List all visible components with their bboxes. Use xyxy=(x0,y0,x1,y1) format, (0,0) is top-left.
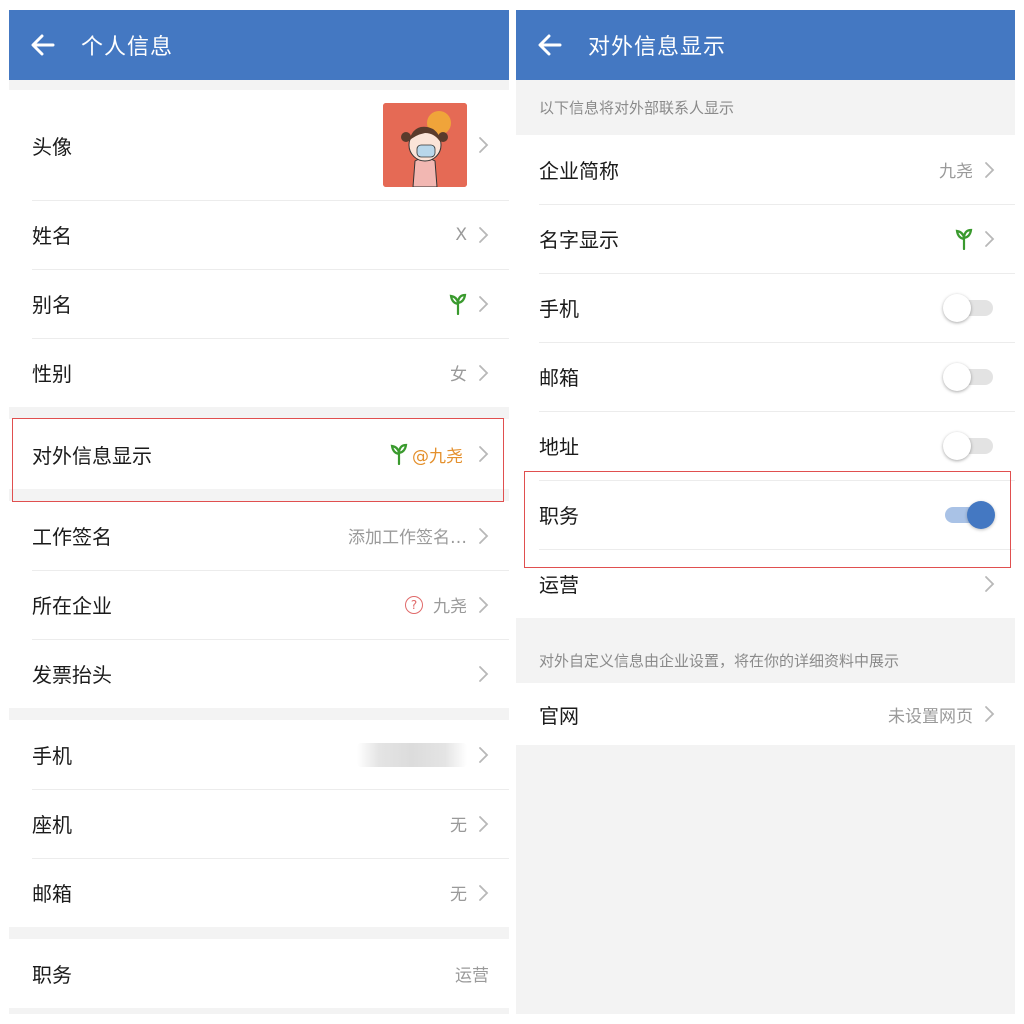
email-toggle-label: 邮箱 xyxy=(539,366,579,390)
avatar xyxy=(383,103,467,187)
chevron-right-icon xyxy=(479,815,489,832)
profile-basic-group: 头像 姓名 X 别名 性别 女 xyxy=(9,90,509,407)
external-info-value: @九尧 xyxy=(412,446,463,467)
name-row[interactable]: 姓名 X xyxy=(9,200,509,269)
company-row[interactable]: 所在企业 ? 九尧 xyxy=(9,570,509,639)
website-row[interactable]: 官网 未设置网页 xyxy=(516,683,1015,745)
operation-row[interactable]: 运营 xyxy=(516,549,1015,618)
chevron-right-icon xyxy=(479,226,489,243)
email-row[interactable]: 邮箱 无 xyxy=(9,858,509,927)
position-toggle-row: 职务 xyxy=(516,480,1015,549)
chevron-right-icon xyxy=(985,230,995,247)
question-circle-icon: ? xyxy=(405,595,423,614)
external-info-screen: 对外信息显示 以下信息将对外部联系人显示 企业简称 九尧 名字显示 手机 邮箱 … xyxy=(516,10,1015,1014)
external-info-group: 对外信息显示 @九尧 xyxy=(9,419,509,489)
landline-value: 无 xyxy=(450,816,467,836)
gender-row[interactable]: 性别 女 xyxy=(9,338,509,407)
phone-toggle-label: 手机 xyxy=(539,297,579,321)
landline-row[interactable]: 座机 无 xyxy=(9,789,509,858)
company-value: 九尧 xyxy=(433,597,467,617)
sprout-icon xyxy=(955,228,973,250)
avatar-label: 头像 xyxy=(32,134,72,159)
app-bar: 个人信息 xyxy=(9,10,509,80)
chevron-right-icon xyxy=(479,884,489,901)
invoice-row[interactable]: 发票抬头 xyxy=(9,639,509,708)
position-toggle[interactable] xyxy=(943,500,995,530)
email-toggle[interactable] xyxy=(943,362,995,392)
name-display-row[interactable]: 名字显示 xyxy=(516,204,1015,273)
email-value: 无 xyxy=(450,885,467,905)
chevron-right-icon xyxy=(479,527,489,544)
signature-label: 工作签名 xyxy=(32,525,112,549)
app-bar: 对外信息显示 xyxy=(516,10,1015,80)
company-label: 所在企业 xyxy=(32,594,112,618)
custom-info-group: 官网 未设置网页 xyxy=(516,683,1015,745)
back-button[interactable] xyxy=(537,32,563,58)
phone-toggle[interactable] xyxy=(943,293,995,323)
company-short-row[interactable]: 企业简称 九尧 xyxy=(516,135,1015,204)
page-title: 对外信息显示 xyxy=(588,35,727,60)
position-value: 运营 xyxy=(455,966,489,986)
phone-label: 手机 xyxy=(32,744,72,768)
address-toggle-row: 地址 xyxy=(516,411,1015,480)
address-toggle[interactable] xyxy=(943,431,995,461)
website-label: 官网 xyxy=(539,703,579,728)
name-value: X xyxy=(455,224,467,245)
work-info-group: 工作签名 添加工作签名… 所在企业 ? 九尧 发票抬头 xyxy=(9,501,509,708)
section-note: 以下信息将对外部联系人显示 xyxy=(539,99,735,117)
page-title: 个人信息 xyxy=(81,35,174,60)
phone-toggle-row: 手机 xyxy=(516,273,1015,342)
website-value: 未设置网页 xyxy=(888,706,973,727)
personal-info-screen: 个人信息 头像 姓名 X 别名 性别 女 对外信息显示 @九尧 工作签名 添加工… xyxy=(9,10,509,1014)
landline-label: 座机 xyxy=(32,813,72,837)
gender-label: 性别 xyxy=(32,362,72,386)
chevron-right-icon xyxy=(479,596,489,613)
name-label: 姓名 xyxy=(32,224,72,248)
phone-value-blurred xyxy=(357,742,467,767)
alias-label: 别名 xyxy=(32,293,72,317)
address-toggle-label: 地址 xyxy=(539,435,579,459)
position-group: 职务 运营 xyxy=(9,939,509,1008)
name-display-label: 名字显示 xyxy=(539,228,619,252)
operation-label: 运营 xyxy=(539,573,579,597)
signature-value: 添加工作签名… xyxy=(348,528,467,548)
chevron-right-icon xyxy=(479,665,489,682)
position-toggle-label: 职务 xyxy=(539,504,579,528)
external-info-label: 对外信息显示 xyxy=(32,443,152,468)
gender-value: 女 xyxy=(450,365,467,385)
chevron-right-icon xyxy=(985,575,995,592)
back-button[interactable] xyxy=(30,32,56,58)
phone-row[interactable]: 手机 xyxy=(9,720,509,789)
external-fields-group: 企业简称 九尧 名字显示 手机 邮箱 地址 职务 运营 xyxy=(516,135,1015,618)
signature-row[interactable]: 工作签名 添加工作签名… xyxy=(9,501,509,570)
chevron-right-icon xyxy=(479,446,489,462)
invoice-label: 发票抬头 xyxy=(32,663,112,687)
contact-group: 手机 座机 无 邮箱 无 xyxy=(9,720,509,927)
chevron-right-icon xyxy=(985,161,995,178)
company-short-label: 企业简称 xyxy=(539,159,619,183)
arrow-left-icon xyxy=(538,34,562,56)
custom-info-note: 对外自定义信息由企业设置，将在你的详细资料中展示 xyxy=(539,652,900,670)
email-toggle-row: 邮箱 xyxy=(516,342,1015,411)
external-info-row[interactable]: 对外信息显示 @九尧 xyxy=(9,419,509,489)
sprout-icon xyxy=(449,293,467,315)
chevron-right-icon xyxy=(479,364,489,381)
avatar-row[interactable]: 头像 xyxy=(9,90,509,200)
alias-row[interactable]: 别名 xyxy=(9,269,509,338)
chevron-right-icon xyxy=(479,295,489,312)
position-row: 职务 运营 xyxy=(9,939,509,1008)
company-short-value: 九尧 xyxy=(939,162,973,182)
chevron-right-icon xyxy=(479,746,489,763)
position-label: 职务 xyxy=(32,963,72,987)
arrow-left-icon xyxy=(31,34,55,56)
chevron-right-icon xyxy=(479,137,489,153)
chevron-right-icon xyxy=(985,706,995,722)
sprout-icon xyxy=(390,443,408,465)
email-label: 邮箱 xyxy=(32,882,72,906)
